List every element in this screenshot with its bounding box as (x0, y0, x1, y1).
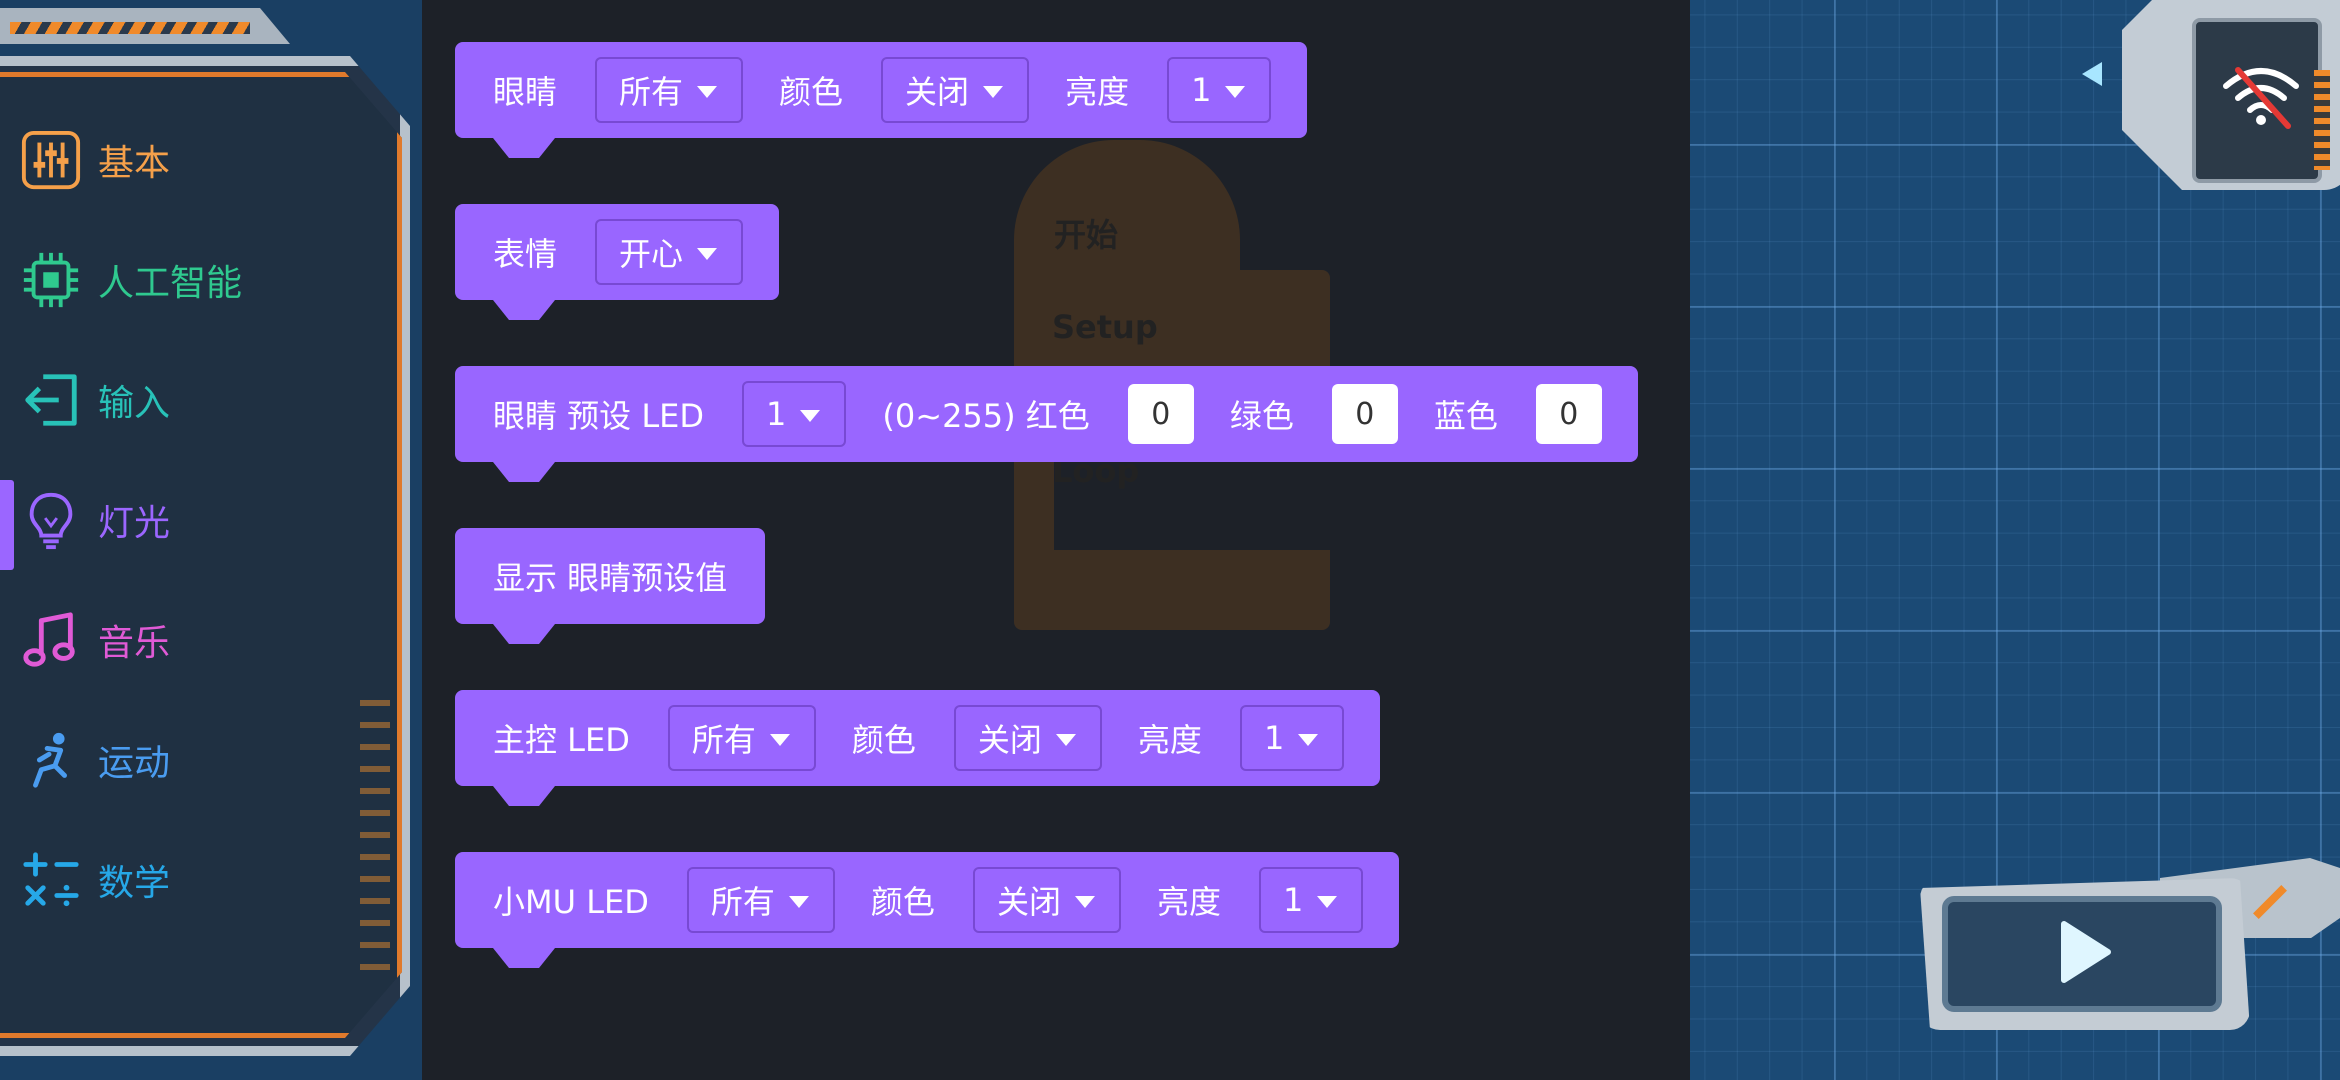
category-math[interactable]: 数学 (18, 840, 170, 920)
led-select-dropdown[interactable]: 所有 (686, 867, 835, 933)
field-label: (0~255) 红色 (882, 397, 1090, 435)
chip-icon (18, 247, 84, 313)
block-expression[interactable]: 表情 开心 (455, 204, 780, 300)
caret-down-icon (983, 86, 1004, 98)
caret-down-icon (788, 896, 809, 908)
block-mu-led[interactable]: 小MU LED 所有 颜色 关闭 亮度 1 (455, 852, 1400, 948)
ghost-start-label: 开始 (1054, 216, 1119, 254)
field-label: 颜色 (870, 883, 935, 921)
panel-side-decoration (360, 700, 390, 970)
caret-down-icon (1317, 896, 1338, 908)
active-category-indicator (0, 480, 14, 570)
caret-down-icon (1298, 734, 1319, 746)
enter-icon (18, 367, 84, 433)
field-label: 颜色 (851, 721, 916, 759)
block-label: 表情 (493, 235, 558, 273)
green-value-input[interactable]: 0 (1331, 384, 1398, 444)
category-label: 灯光 (98, 503, 171, 544)
field-label: 亮度 (1065, 73, 1130, 111)
category-ai[interactable]: 人工智能 (18, 240, 242, 320)
block-label: 显示 眼睛预设值 (493, 559, 728, 597)
category-panel: 基本 人工智能 输入 灯光 音乐 运动 数学 (0, 0, 422, 1080)
block-eye-preset-led[interactable]: 眼睛 预设 LED 1 (0~255) 红色 0 绿色 0 蓝色 0 (455, 366, 1638, 462)
wifi-off-icon[interactable] (2216, 56, 2306, 136)
eye-select-dropdown[interactable]: 所有 (595, 57, 744, 123)
block-label: 主控 LED (493, 721, 630, 759)
block-main-led[interactable]: 主控 LED 所有 颜色 关闭 亮度 1 (455, 690, 1381, 786)
music-note-icon (18, 607, 84, 673)
field-label: 颜色 (779, 73, 844, 111)
block-label: 眼睛 预设 LED (493, 397, 705, 435)
brightness-dropdown[interactable]: 1 (1167, 57, 1272, 123)
blue-value-input[interactable]: 0 (1535, 384, 1602, 444)
brightness-dropdown[interactable]: 1 (1258, 867, 1364, 933)
collapse-arrow-icon[interactable] (2082, 62, 2102, 86)
block-label: 眼睛 (493, 73, 558, 111)
category-input[interactable]: 输入 (18, 360, 170, 440)
caret-down-icon (697, 248, 718, 260)
run-button[interactable] (1942, 896, 2222, 1012)
field-label: 亮度 (1156, 883, 1221, 921)
brightness-dropdown[interactable]: 1 (1239, 705, 1345, 771)
caret-down-icon (697, 86, 718, 98)
bulb-icon (18, 487, 84, 553)
category-label: 输入 (98, 383, 171, 424)
category-light[interactable]: 灯光 (18, 480, 170, 560)
category-label: 运动 (98, 743, 171, 784)
caret-down-icon (769, 734, 790, 746)
field-label: 亮度 (1137, 721, 1202, 759)
led-select-dropdown[interactable]: 所有 (667, 705, 816, 771)
caret-down-icon (1225, 86, 1246, 98)
ghost-setup-label: Setup (1052, 308, 1158, 346)
color-dropdown[interactable]: 关闭 (953, 705, 1102, 771)
color-dropdown[interactable]: 关闭 (881, 57, 1030, 123)
block-show-eye-preset[interactable]: 显示 眼睛预设值 (455, 528, 766, 624)
category-label: 基本 (98, 143, 171, 184)
category-label: 数学 (98, 863, 171, 904)
category-label: 人工智能 (98, 263, 243, 304)
caret-down-icon (1074, 896, 1095, 908)
math-ops-icon (18, 847, 84, 913)
red-value-input[interactable]: 0 (1127, 384, 1194, 444)
block-eyes-color[interactable]: 眼睛 所有 颜色 关闭 亮度 1 (455, 42, 1308, 138)
caret-down-icon (800, 410, 821, 422)
color-dropdown[interactable]: 关闭 (972, 867, 1121, 933)
category-basic[interactable]: 基本 (18, 120, 170, 200)
panel-decoration-stripe (0, 8, 290, 44)
led-index-dropdown[interactable]: 1 (742, 381, 847, 447)
device-decoration-stripe (2314, 70, 2330, 170)
category-music[interactable]: 音乐 (18, 600, 170, 680)
field-label: 绿色 (1229, 397, 1294, 435)
runner-icon (18, 727, 84, 793)
category-motion[interactable]: 运动 (18, 720, 170, 800)
run-widget (1920, 858, 2340, 1038)
field-label: 蓝色 (1433, 397, 1498, 435)
category-label: 音乐 (98, 623, 171, 664)
caret-down-icon (1055, 734, 1076, 746)
expression-dropdown[interactable]: 开心 (595, 219, 744, 285)
sliders-icon (18, 127, 84, 193)
block-label: 小MU LED (493, 883, 649, 921)
device-connection-widget[interactable] (2082, 0, 2340, 200)
play-icon (2042, 912, 2122, 996)
